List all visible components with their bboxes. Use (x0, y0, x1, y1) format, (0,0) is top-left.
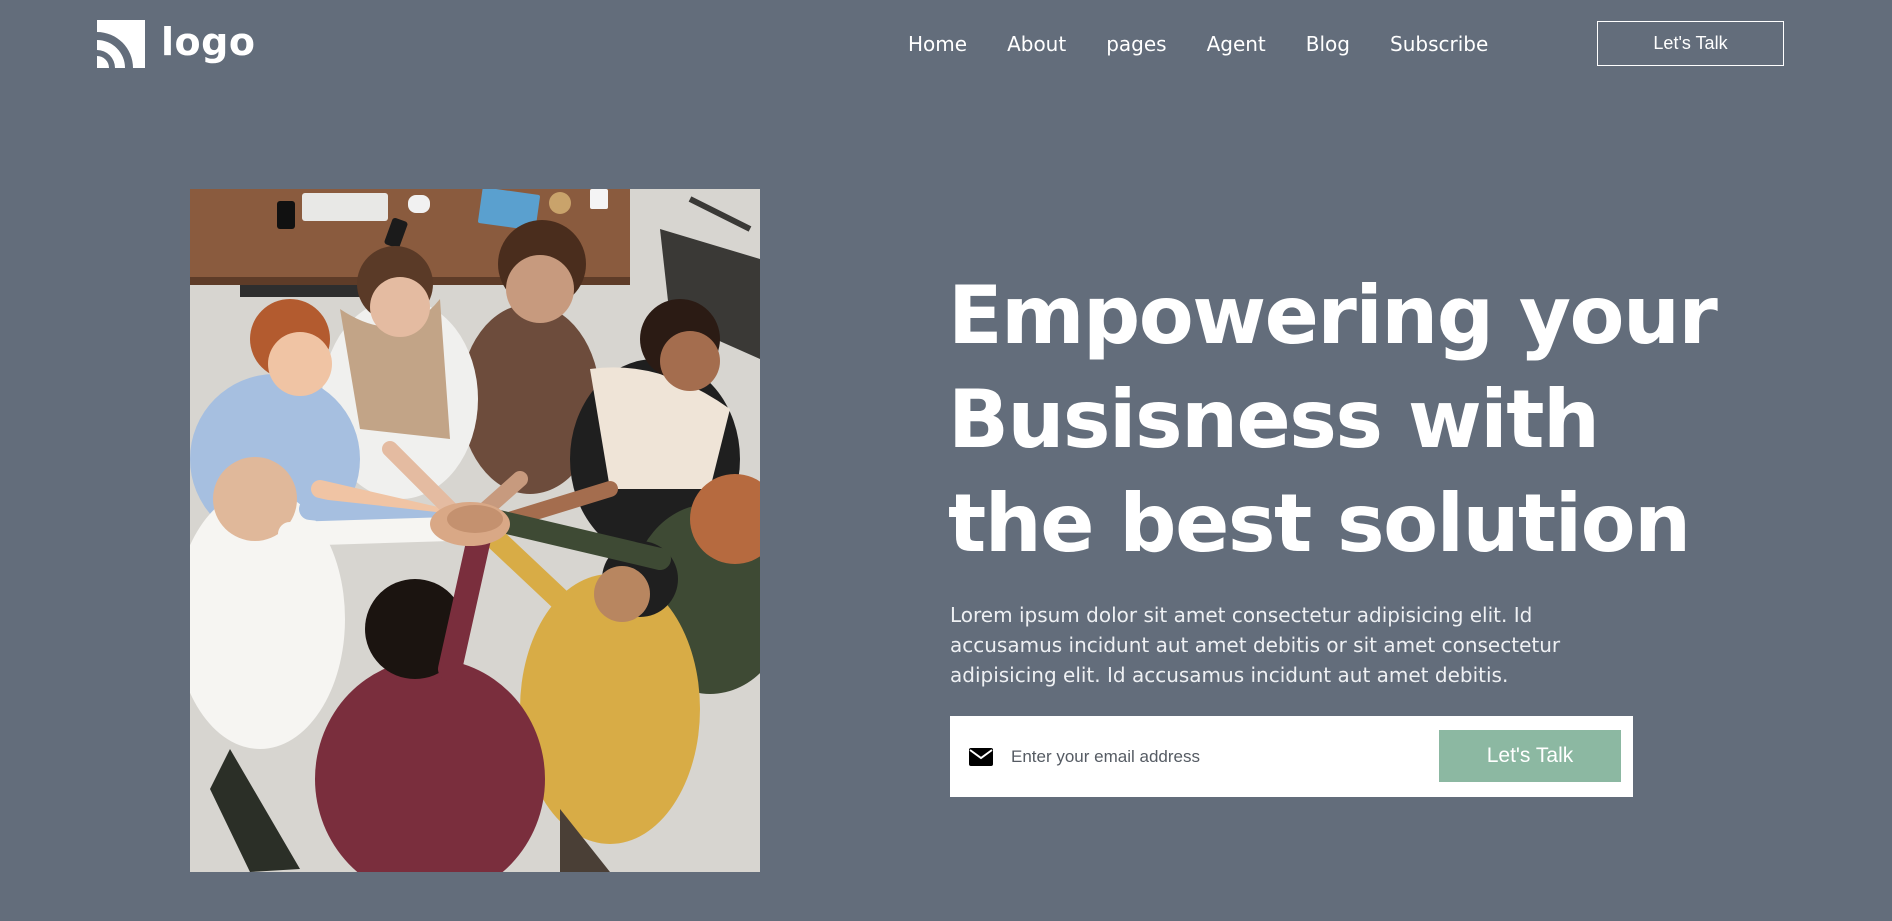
nav-item-pages[interactable]: pages (1106, 26, 1166, 62)
hero-title-line-3: the best solution (948, 477, 1691, 570)
team-hands-together-photo (190, 189, 760, 872)
nav-item-blog[interactable]: Blog (1306, 26, 1350, 62)
nav-item-subscribe[interactable]: Subscribe (1390, 26, 1488, 62)
subscribe-lets-talk-button[interactable]: Let's Talk (1439, 730, 1621, 782)
hero-description: Lorem ipsum dolor sit amet consectetur a… (950, 603, 1561, 687)
logo[interactable]: logo (95, 18, 255, 70)
email-input[interactable] (1011, 736, 1411, 777)
hero-title-line-1: Empowering your (948, 269, 1718, 362)
main-nav: Home About pages Agent Blog Subscribe (908, 26, 1488, 62)
nav-item-agent[interactable]: Agent (1207, 26, 1266, 62)
nav-item-about[interactable]: About (1007, 26, 1066, 62)
signal-arcs-icon (95, 18, 147, 70)
envelope-icon (969, 747, 993, 766)
nav-item-home[interactable]: Home (908, 26, 967, 62)
email-subscribe-form: Let's Talk (950, 716, 1633, 797)
header-lets-talk-button[interactable]: Let's Talk (1597, 21, 1784, 66)
hero-title-line-2: Busisness with (948, 373, 1600, 466)
hero-title: Empowering your Busisness with the best … (948, 264, 1768, 576)
logo-text: logo (161, 20, 256, 64)
